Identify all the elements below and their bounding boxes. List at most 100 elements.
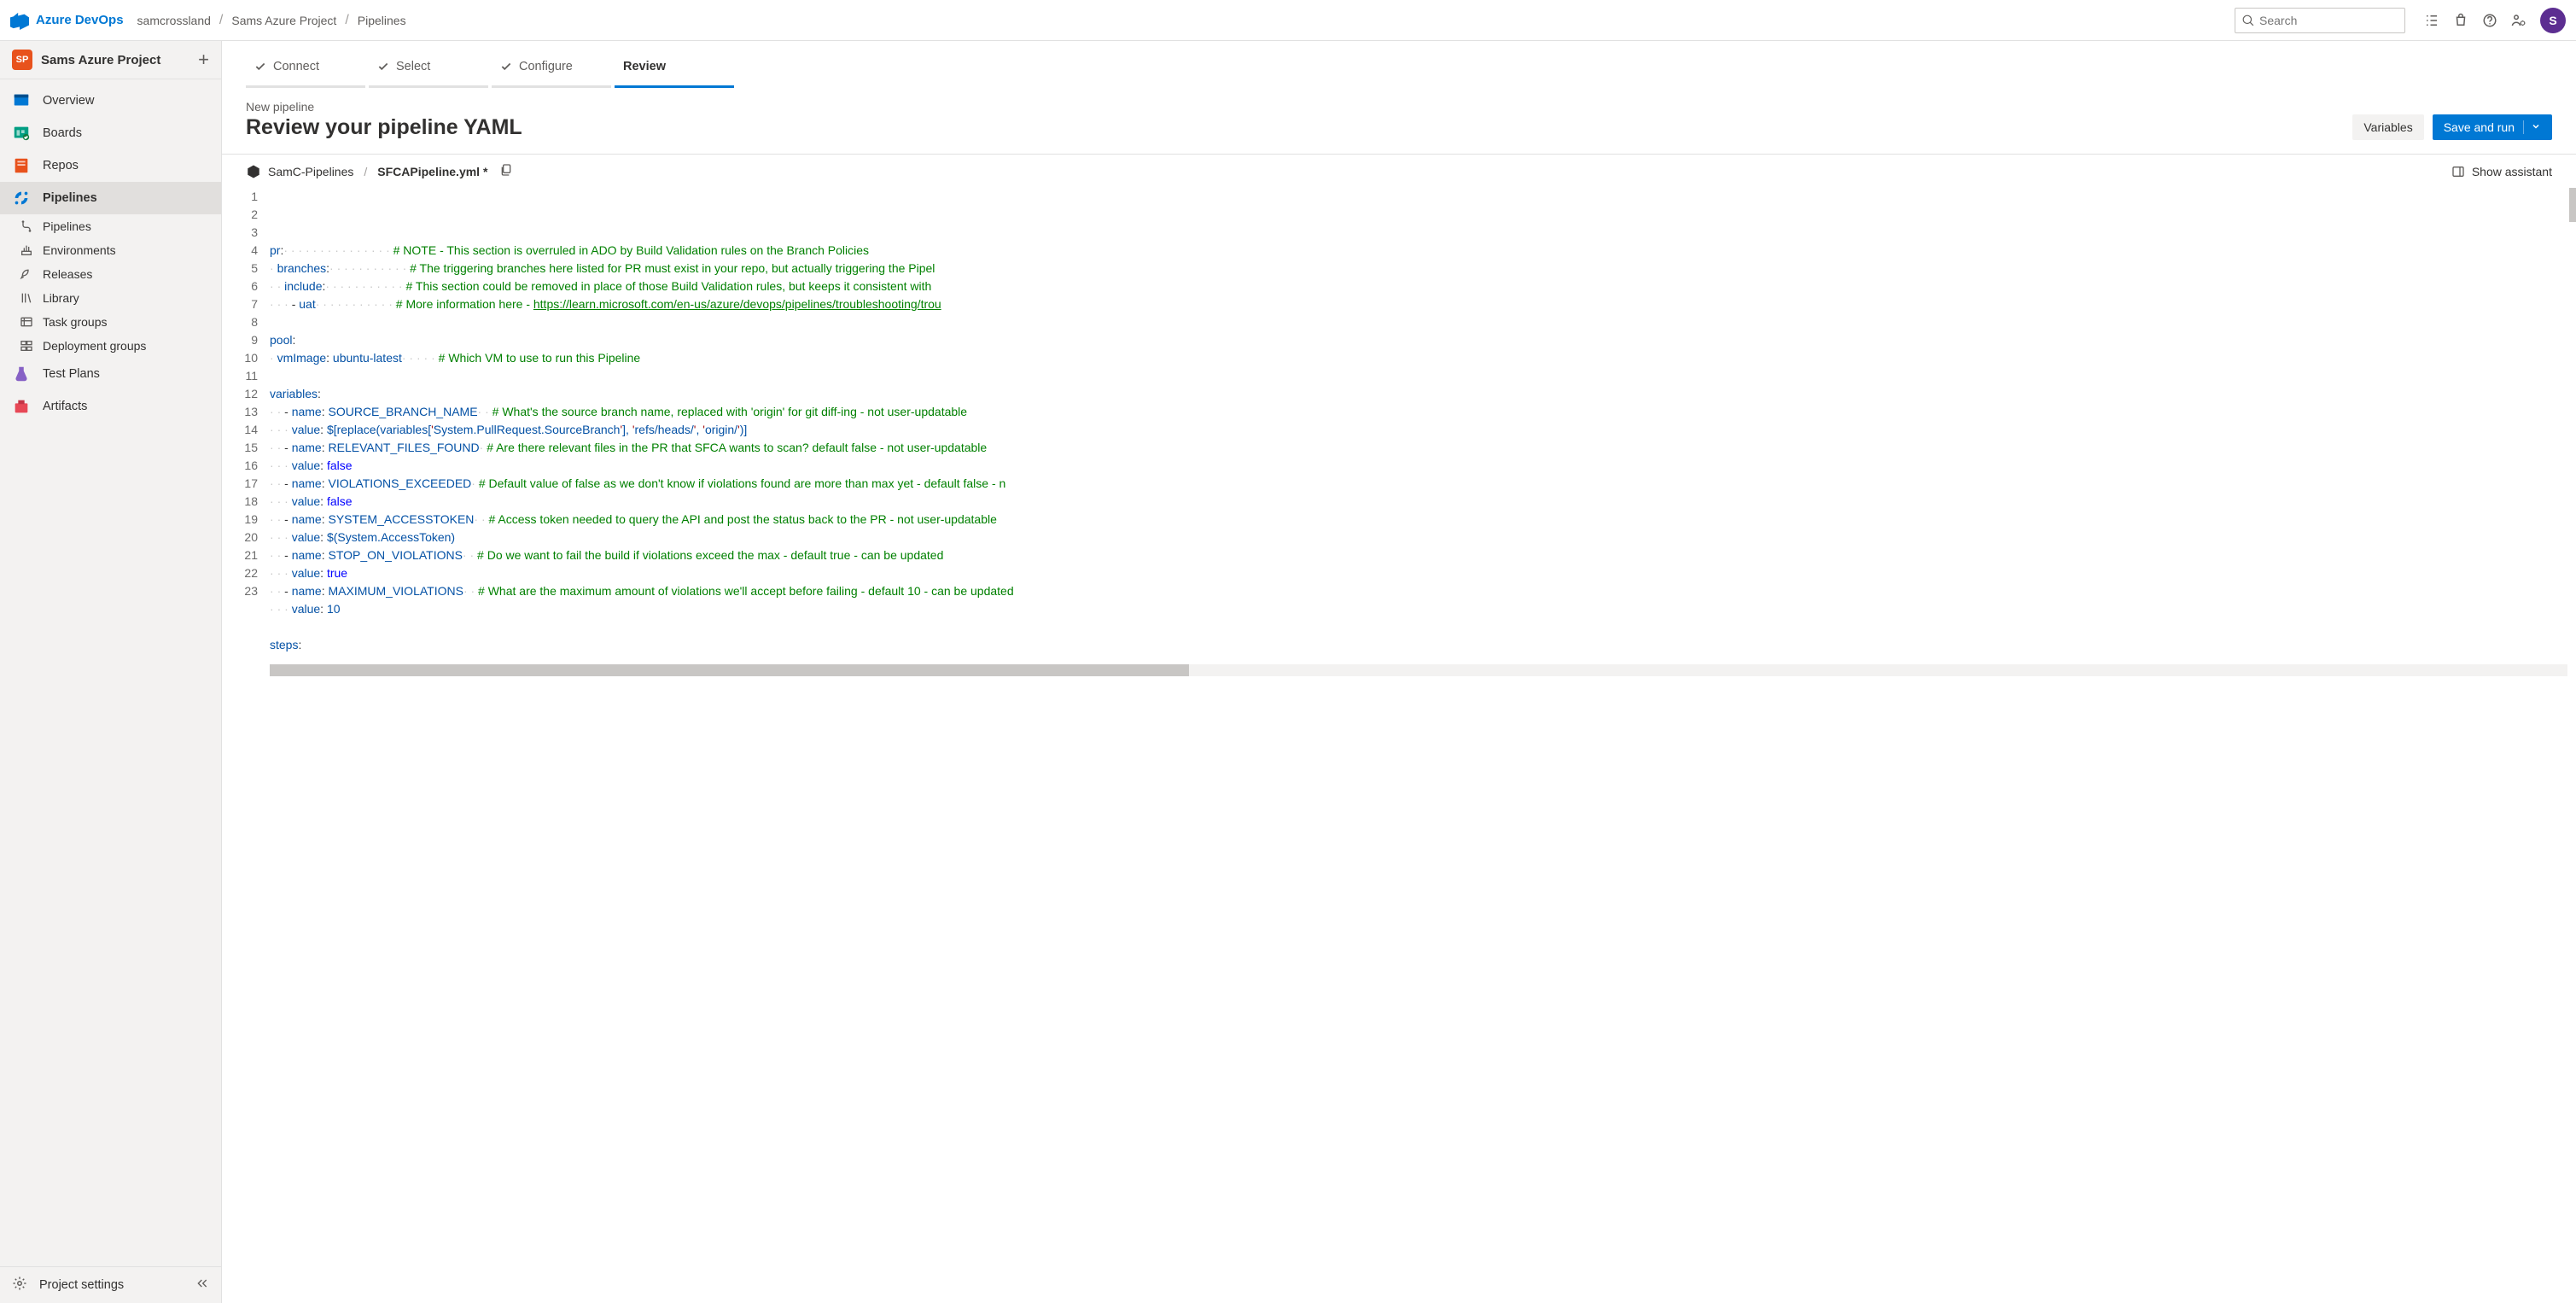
code-line[interactable]: · · · value: 10 xyxy=(270,600,2576,618)
sidebar-item-overview[interactable]: Overview xyxy=(0,85,221,117)
sidebar-item-pipelines[interactable]: Pipelines xyxy=(0,182,221,214)
minimap-thumb[interactable] xyxy=(2569,188,2576,222)
wizard-step-configure[interactable]: Configure xyxy=(492,50,611,88)
search-box[interactable] xyxy=(2235,8,2405,33)
page-title: Review your pipeline YAML xyxy=(246,115,522,140)
code-line[interactable]: · · · value: false xyxy=(270,493,2576,511)
task-groups-icon xyxy=(19,314,34,330)
work-items-icon[interactable] xyxy=(2417,6,2446,35)
horizontal-scrollbar[interactable] xyxy=(270,664,2567,676)
sidebar-item-label: Artifacts xyxy=(43,400,87,413)
repo-name[interactable]: SamC-Pipelines xyxy=(268,165,353,178)
copy-path-icon[interactable] xyxy=(499,163,513,179)
save-and-run-button[interactable]: Save and run xyxy=(2433,114,2552,140)
releases-icon xyxy=(19,266,34,282)
code-line[interactable]: · · - name: SOURCE_BRANCH_NAME· · # What… xyxy=(270,403,2576,421)
sidebar-sub-label: Environments xyxy=(43,243,116,257)
breadcrumb-sep: / xyxy=(345,13,348,28)
code-line[interactable]: · · · - uat· · · · · · · · · · · # More … xyxy=(270,295,2576,313)
code-line[interactable]: · · · value: $[replace(variables['System… xyxy=(270,421,2576,439)
code-line[interactable]: · · · value: true xyxy=(270,564,2576,582)
sidebar-sub-environments[interactable]: Environments xyxy=(0,238,221,262)
sidebar-item-repos[interactable]: Repos xyxy=(0,149,221,182)
main-content: ConnectSelectConfigureReview New pipelin… xyxy=(222,41,2576,1303)
breadcrumb-section[interactable]: Pipelines xyxy=(358,14,406,27)
project-badge: SP xyxy=(12,50,32,70)
search-icon xyxy=(2242,15,2254,26)
variables-button[interactable]: Variables xyxy=(2352,114,2423,140)
sidebar-item-boards[interactable]: Boards xyxy=(0,117,221,149)
artifacts-icon xyxy=(12,397,31,416)
sidebar-sub-library[interactable]: Library xyxy=(0,286,221,310)
breadcrumb-org[interactable]: samcrossland xyxy=(137,14,211,27)
check-icon xyxy=(254,61,266,73)
show-assistant-button[interactable]: Show assistant xyxy=(2451,165,2552,178)
sidebar: SP Sams Azure Project + Overview Boards Re… xyxy=(0,41,222,1303)
code-line[interactable]: · · - name: RELEVANT_FILES_FOUND· # Are … xyxy=(270,439,2576,457)
gear-icon xyxy=(12,1276,27,1294)
library-icon xyxy=(19,290,34,306)
code-line[interactable]: pool: xyxy=(270,331,2576,349)
code-line[interactable]: variables: xyxy=(270,385,2576,403)
wizard-step-review[interactable]: Review xyxy=(615,50,734,88)
help-icon[interactable] xyxy=(2475,6,2504,35)
project-settings-link[interactable]: Project settings xyxy=(0,1266,221,1303)
code-line[interactable]: · · · value: $(System.AccessToken) xyxy=(270,529,2576,546)
overview-icon xyxy=(12,91,31,110)
test-plans-icon xyxy=(12,365,31,383)
azure-devops-logo-icon xyxy=(10,11,29,30)
code-line[interactable]: steps: xyxy=(270,636,2576,654)
sidebar-item-label: Test Plans xyxy=(43,367,100,381)
code-line[interactable]: · · · value: false xyxy=(270,457,2576,475)
sidebar-item-artifacts[interactable]: Artifacts xyxy=(0,390,221,423)
pipelines-icon xyxy=(12,189,31,207)
wizard-step-label: Review xyxy=(623,60,666,73)
wizard-step-label: Connect xyxy=(273,60,319,73)
user-settings-icon[interactable] xyxy=(2504,6,2533,35)
wizard-step-connect[interactable]: Connect xyxy=(246,50,365,88)
project-name: Sams Azure Project xyxy=(41,53,198,67)
code-line[interactable]: · · - name: STOP_ON_VIOLATIONS· · # Do w… xyxy=(270,546,2576,564)
collapse-icon[interactable] xyxy=(195,1277,209,1294)
code-editor[interactable]: 1234567891011121314151617181920212223 pr… xyxy=(222,188,2576,1303)
brand-label[interactable]: Azure DevOps xyxy=(36,13,124,27)
code-line[interactable]: · · - name: VIOLATIONS_EXCEEDED· # Defau… xyxy=(270,475,2576,493)
deployment-groups-icon xyxy=(19,338,34,354)
file-name[interactable]: SFCAPipeline.yml * xyxy=(377,165,487,178)
sidebar-item-test-plans[interactable]: Test Plans xyxy=(0,358,221,390)
sidebar-sub-pipelines[interactable]: Pipelines xyxy=(0,214,221,238)
code-line[interactable]: · vmImage: ubuntu-latest· · · · · # Whic… xyxy=(270,349,2576,367)
code-content[interactable]: pr:· · · · · · · · · · · · · · · # NOTE … xyxy=(270,188,2576,654)
code-line[interactable]: · · include:· · · · · · · · · · · # This… xyxy=(270,278,2576,295)
code-line[interactable]: · · - name: MAXIMUM_VIOLATIONS· · # What… xyxy=(270,582,2576,600)
panel-icon xyxy=(2451,165,2465,178)
sidebar-sub-label: Library xyxy=(43,291,79,305)
sidebar-sub-deployment-groups[interactable]: Deployment groups xyxy=(0,334,221,358)
avatar[interactable]: S xyxy=(2540,8,2566,33)
repos-icon xyxy=(12,156,31,175)
code-line[interactable] xyxy=(270,618,2576,636)
sidebar-sub-label: Releases xyxy=(43,267,92,281)
marketplace-icon[interactable] xyxy=(2446,6,2475,35)
code-line[interactable]: · branches:· · · · · · · · · · · # The t… xyxy=(270,260,2576,278)
wizard-step-select[interactable]: Select xyxy=(369,50,488,88)
sidebar-item-label: Repos xyxy=(43,159,79,172)
code-line[interactable]: pr:· · · · · · · · · · · · · · · # NOTE … xyxy=(270,242,2576,260)
add-icon[interactable]: + xyxy=(198,50,209,69)
sidebar-sub-task-groups[interactable]: Task groups xyxy=(0,310,221,334)
sidebar-sub-label: Pipelines xyxy=(43,219,91,233)
wizard-steps: Connect SelectConfigure Review xyxy=(222,41,2576,88)
line-gutter: 1234567891011121314151617181920212223 xyxy=(222,188,270,654)
search-input[interactable] xyxy=(2259,14,2398,27)
sidebar-sub-label: Deployment groups xyxy=(43,339,146,353)
sidebar-sub-releases[interactable]: Releases xyxy=(0,262,221,286)
boards-icon xyxy=(12,124,31,143)
code-line[interactable]: · · - name: SYSTEM_ACCESSTOKEN· · # Acce… xyxy=(270,511,2576,529)
code-line[interactable] xyxy=(270,367,2576,385)
breadcrumb-project[interactable]: Sams Azure Project xyxy=(231,14,336,27)
sidebar-item-label: Overview xyxy=(43,94,94,108)
repo-icon xyxy=(246,164,261,179)
project-header[interactable]: SP Sams Azure Project + xyxy=(0,41,221,79)
code-line[interactable] xyxy=(270,313,2576,331)
chevron-down-icon[interactable] xyxy=(2523,120,2541,134)
